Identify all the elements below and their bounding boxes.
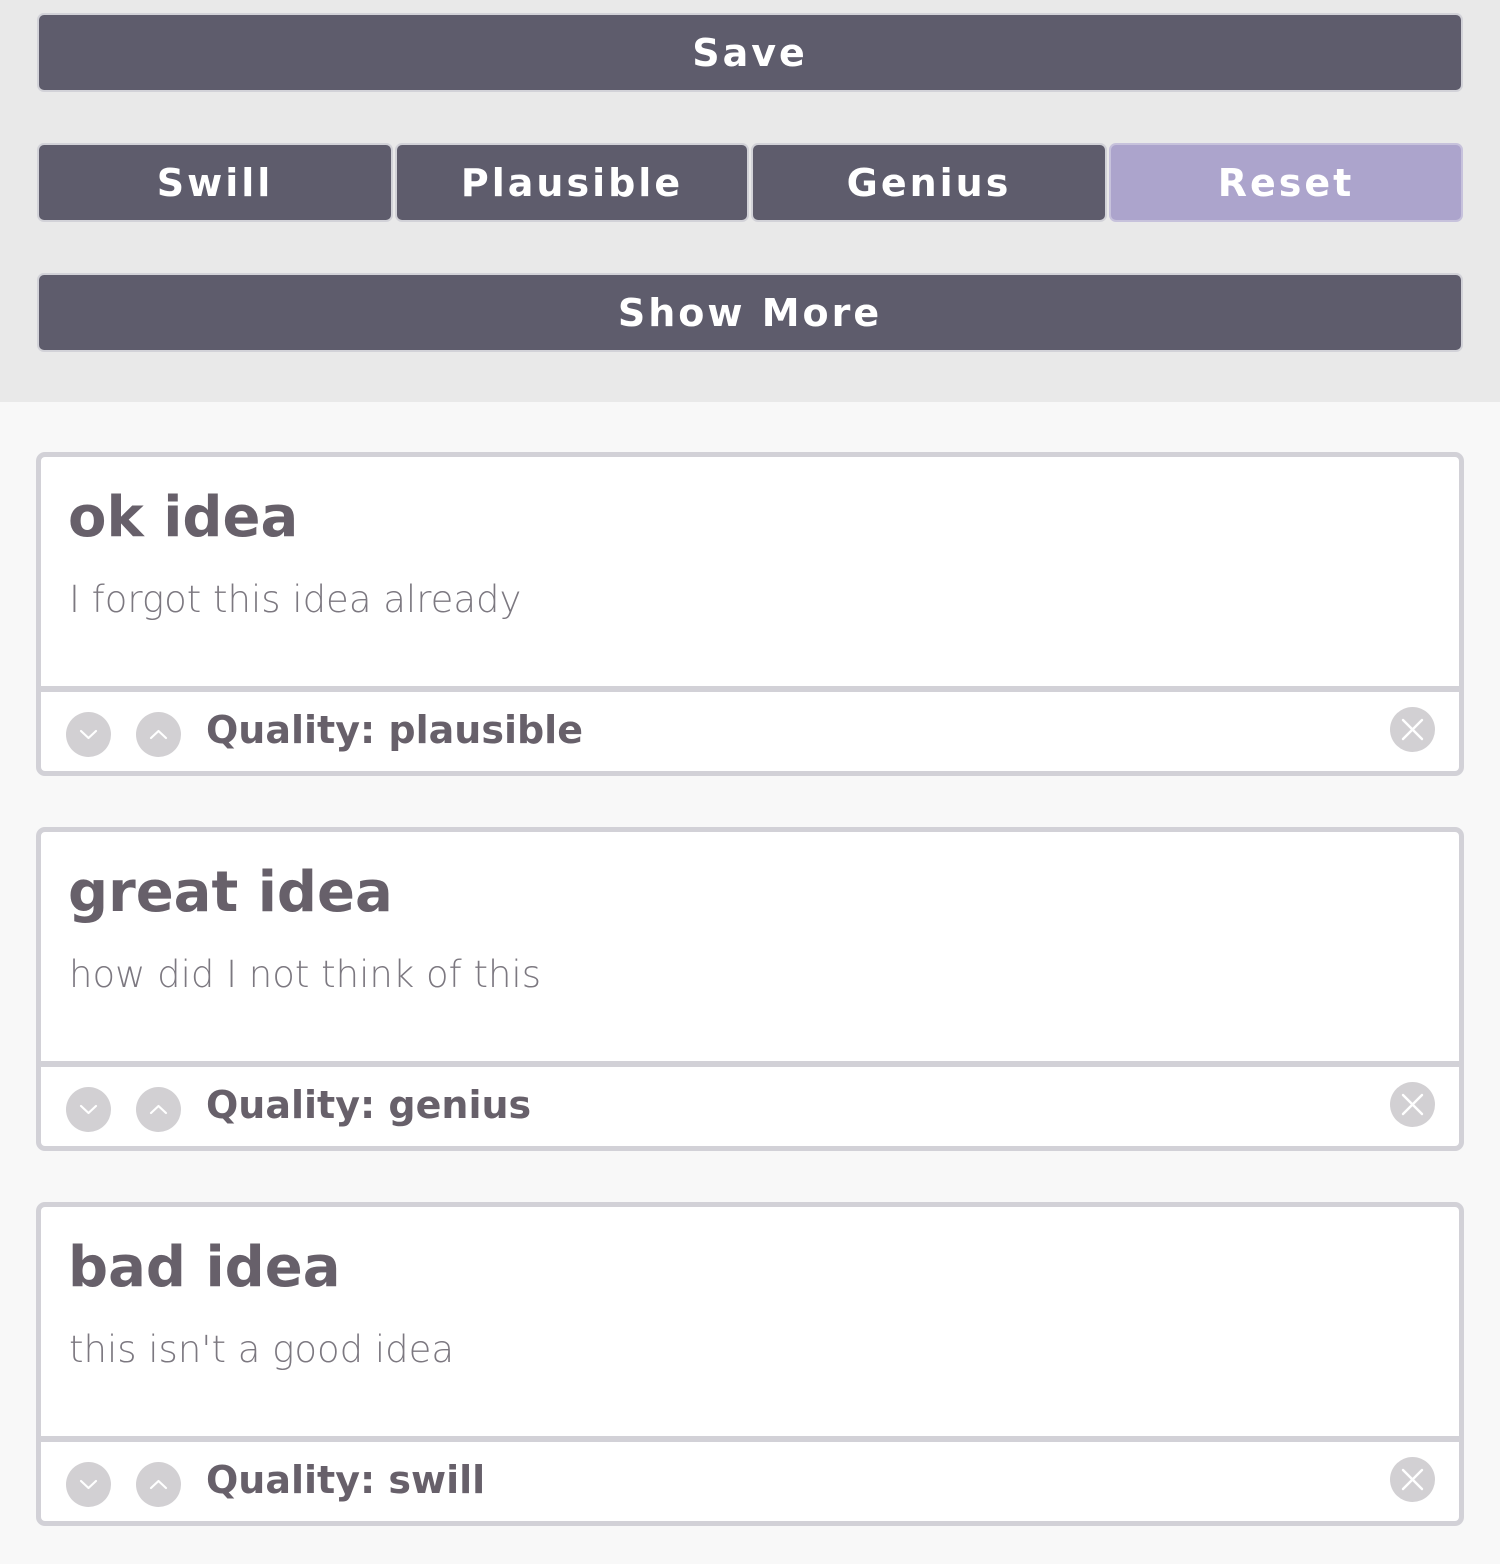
save-button[interactable]: Save (37, 13, 1463, 92)
idea-title[interactable]: great idea (68, 860, 393, 925)
close-icon[interactable] (1390, 1082, 1435, 1127)
quality-label: Quality: plausible (206, 708, 583, 752)
idea-description[interactable]: how did I not think of this (69, 953, 541, 996)
idea-card: great idea how did I not think of this Q… (36, 827, 1464, 1151)
toolbar-panel: Save Swill Plausible Genius Reset Show M… (0, 0, 1500, 402)
idea-card-footer: Quality: swill (41, 1448, 1459, 1521)
chevron-up-icon[interactable] (136, 1462, 181, 1507)
chevron-up-icon[interactable] (136, 1087, 181, 1132)
chevron-down-icon[interactable] (66, 712, 111, 757)
idea-title[interactable]: bad idea (68, 1235, 341, 1300)
chevron-up-icon[interactable] (136, 712, 181, 757)
idea-card-footer: Quality: plausible (41, 698, 1459, 771)
quality-label: Quality: swill (206, 1458, 486, 1502)
filter-swill-button[interactable]: Swill (37, 143, 393, 222)
idea-description[interactable]: this isn't a good idea (69, 1328, 454, 1371)
quality-label: Quality: genius (206, 1083, 532, 1127)
idea-card-body: bad idea this isn't a good idea (41, 1207, 1459, 1442)
idea-card: bad idea this isn't a good idea Quality:… (36, 1202, 1464, 1526)
idea-title[interactable]: ok idea (68, 485, 298, 550)
filter-genius-button[interactable]: Genius (751, 143, 1107, 222)
chevron-down-icon[interactable] (66, 1462, 111, 1507)
close-icon[interactable] (1390, 1457, 1435, 1502)
idea-card-body: great idea how did I not think of this (41, 832, 1459, 1067)
reset-button[interactable]: Reset (1109, 143, 1463, 222)
idea-card-footer: Quality: genius (41, 1073, 1459, 1146)
idea-description[interactable]: I forgot this idea already (69, 578, 521, 621)
filter-plausible-button[interactable]: Plausible (395, 143, 749, 222)
close-icon[interactable] (1390, 707, 1435, 752)
idea-card-body: ok idea I forgot this idea already (41, 457, 1459, 692)
show-more-button[interactable]: Show More (37, 273, 1463, 352)
idea-card: ok idea I forgot this idea already Quali… (36, 452, 1464, 776)
chevron-down-icon[interactable] (66, 1087, 111, 1132)
